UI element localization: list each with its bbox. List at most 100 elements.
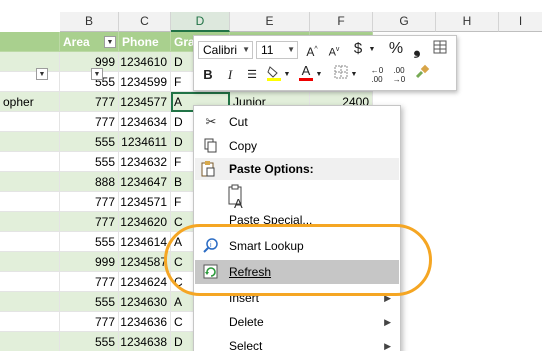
column-header-e[interactable]: E — [230, 12, 310, 32]
format-table-button[interactable] — [430, 40, 450, 60]
column-header-g[interactable]: G — [373, 12, 436, 32]
cell-area[interactable]: 777 — [60, 112, 119, 132]
cell-area[interactable]: 888 — [60, 172, 119, 192]
cell-a[interactable] — [0, 192, 60, 212]
decrease-decimal-button[interactable]: .00 →0 — [390, 64, 408, 86]
cell-phone[interactable]: 1234620 — [119, 212, 171, 232]
cell-area[interactable]: 555 — [60, 72, 119, 92]
cell-phone[interactable]: 1234630 — [119, 292, 171, 312]
cell-a[interactable] — [0, 272, 60, 292]
cell-area[interactable]: 777 — [60, 92, 119, 112]
chevron-down-icon[interactable]: ▼ — [368, 40, 376, 60]
chevron-right-icon: ▶ — [384, 317, 391, 327]
align-center-button[interactable]: ☰ — [244, 65, 260, 85]
cell-area[interactable]: 999 — [60, 252, 119, 272]
header-cell-area: Area ▼ — [60, 32, 119, 52]
cell-area[interactable]: 777 — [60, 272, 119, 292]
cell-phone[interactable]: 1234624 — [119, 272, 171, 292]
filter-dropdown-icon[interactable]: ▼ — [104, 36, 116, 48]
increase-decimal-button[interactable]: ←0.00 — [368, 64, 386, 86]
percent-style-button[interactable]: % — [387, 39, 405, 59]
cell-a[interactable] — [0, 292, 60, 312]
cell-a[interactable] — [0, 112, 60, 132]
cell-a[interactable] — [0, 332, 60, 351]
cell-phone[interactable]: 1234632 — [119, 152, 171, 172]
cell-a[interactable] — [0, 52, 60, 72]
menu-item-cut[interactable]: ✂ Cut — [195, 110, 399, 134]
decrease-font-size-button[interactable]: Av — [324, 40, 344, 60]
cell-a[interactable] — [0, 212, 60, 232]
column-header-f[interactable]: F — [310, 12, 373, 32]
cell-a[interactable] — [0, 232, 60, 252]
header-area-label: Area — [63, 35, 90, 49]
cell-phone[interactable]: 1234599 — [119, 72, 171, 92]
font-color-button[interactable]: A — [298, 63, 314, 83]
increase-font-size-button[interactable]: A^ — [302, 40, 322, 60]
cell-area[interactable]: 555 — [60, 232, 119, 252]
filter-dropdown-icon[interactable]: ▼ — [36, 68, 48, 80]
scissors-icon: ✂ — [205, 114, 217, 129]
borders-button[interactable] — [333, 65, 349, 85]
cell-phone[interactable]: 1234571 — [119, 192, 171, 212]
italic-button[interactable]: I — [222, 65, 238, 85]
paintbrush-icon — [415, 64, 430, 79]
menu-item-label: Cut — [229, 115, 248, 129]
cell-phone[interactable]: 1234638 — [119, 332, 171, 351]
column-header-d[interactable]: D — [171, 12, 230, 32]
cell-a[interactable] — [0, 72, 60, 92]
cell-a[interactable]: opher — [0, 92, 60, 112]
column-header-c[interactable]: C — [119, 12, 171, 32]
column-header-h[interactable]: H — [436, 12, 499, 32]
cell-area[interactable]: 777 — [60, 192, 119, 212]
cell-phone[interactable]: 1234577 — [119, 92, 171, 112]
cell-area[interactable]: 555 — [60, 152, 119, 172]
currency-format-button[interactable]: $ — [349, 39, 367, 59]
menu-item-copy[interactable]: Copy — [195, 134, 399, 158]
cell-phone[interactable]: 1234647 — [119, 172, 171, 192]
header-grade-label: Gra — [174, 35, 195, 49]
comma-style-button[interactable]: ❟ — [410, 38, 424, 58]
paint-bucket-icon — [267, 66, 281, 81]
format-painter-button[interactable] — [413, 64, 431, 84]
paste-options-label: Paste Options: — [229, 162, 314, 176]
header-cell-phone: Phone — [119, 32, 171, 52]
spreadsheet-view: B C D E F G H I Area ▼ Phone ▼ ▼ Gra 999… — [0, 0, 542, 351]
cell-phone[interactable]: 1234610 — [119, 52, 171, 72]
fill-color-button[interactable] — [266, 64, 282, 84]
chevron-down-icon: ▼ — [242, 45, 250, 54]
chevron-down-icon: ▼ — [287, 45, 295, 54]
menu-item-label: Copy — [229, 139, 258, 153]
cell-a[interactable] — [0, 312, 60, 332]
cell-area[interactable]: 555 — [60, 132, 119, 152]
cell-area[interactable]: 777 — [60, 312, 119, 332]
cell-a[interactable] — [0, 152, 60, 172]
cell-phone[interactable]: 1234611 — [119, 132, 171, 152]
bold-button[interactable]: B — [200, 65, 216, 85]
font-name-value: Calibri — [203, 43, 238, 57]
grid-icon — [433, 40, 447, 54]
column-header-b[interactable]: B — [60, 12, 119, 32]
chevron-down-icon[interactable]: ▼ — [315, 65, 323, 85]
paste-options-section: Paste Options: — [195, 158, 399, 180]
cell-area[interactable]: 555 — [60, 332, 119, 351]
column-header-i[interactable]: I — [499, 12, 542, 32]
chevron-down-icon[interactable]: ▼ — [283, 65, 291, 85]
cell-a[interactable] — [0, 132, 60, 152]
chevron-down-icon[interactable]: ▼ — [350, 65, 358, 85]
menu-item-delete[interactable]: Delete ▶ — [195, 310, 399, 334]
font-name-select[interactable]: Calibri ▼ — [198, 41, 253, 59]
font-size-select[interactable]: 11 ▼ — [256, 41, 298, 59]
cell-area[interactable]: 777 — [60, 212, 119, 232]
paste-values-icon: A — [228, 184, 243, 211]
cell-a[interactable] — [0, 172, 60, 192]
paste-values-button[interactable]: A — [226, 184, 246, 211]
cell-area[interactable]: 555 — [60, 292, 119, 312]
cell-area[interactable]: 999 — [60, 52, 119, 72]
cell-a[interactable] — [0, 252, 60, 272]
header-cell-a — [0, 32, 60, 52]
cell-phone[interactable]: 1234634 — [119, 112, 171, 132]
cell-phone[interactable]: 1234636 — [119, 312, 171, 332]
menu-item-select[interactable]: Select ▶ — [195, 334, 399, 351]
filter-dropdown-icon[interactable]: ▼ — [91, 68, 103, 80]
cell-phone[interactable]: 1234614 — [119, 232, 171, 252]
